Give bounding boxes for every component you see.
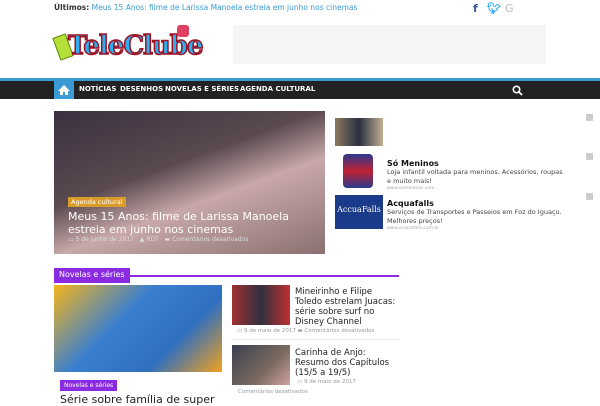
site-logo[interactable]: TeleClube bbox=[52, 25, 204, 65]
latest-label: Últimos: bbox=[54, 3, 90, 12]
slide-author[interactable]: RDT bbox=[146, 236, 158, 243]
featured-image[interactable] bbox=[54, 285, 222, 372]
ad-url[interactable]: www.acquafalls.com.br bbox=[387, 226, 567, 231]
google-icon[interactable]: G bbox=[505, 2, 514, 15]
category-tag[interactable]: Novelas e séries bbox=[60, 380, 118, 391]
home-icon bbox=[58, 85, 70, 95]
facebook-icon[interactable]: f bbox=[473, 2, 478, 15]
ad-someninos[interactable]: Só Meninos Loja infantil voltada para me… bbox=[387, 159, 567, 191]
ad-desc: Serviços de Transportes e Passeios em Fo… bbox=[387, 208, 562, 225]
article-comments: Comentários desativados bbox=[304, 328, 375, 334]
latest-ticker: Últimos: Meus 15 Anos: filme de Larissa … bbox=[54, 3, 357, 12]
calendar-icon: ▭ bbox=[297, 379, 304, 385]
scroll-marker bbox=[586, 193, 593, 200]
article-meta: ▭ 9 de maio de 2017 bbox=[297, 379, 356, 385]
article-meta: ▭ 9 de maio de 2017 ▬ Comentários desati… bbox=[237, 328, 374, 334]
section-title[interactable]: Novelas e séries bbox=[54, 268, 130, 283]
slide-title[interactable]: Meus 15 Anos: filme de Larissa Manoela e… bbox=[68, 210, 323, 236]
nav-desenhos[interactable]: DESENHOS bbox=[120, 85, 163, 93]
featured-slider[interactable]: Agenda cultural Meus 15 Anos: filme de L… bbox=[54, 111, 325, 254]
popcorn-icon bbox=[177, 25, 189, 37]
ad-acquafalls[interactable]: Acquafalls Serviços de Transportes e Pas… bbox=[387, 199, 567, 231]
ad-title[interactable]: Acquafalls bbox=[387, 199, 567, 208]
ad-url[interactable]: www.someninos.com bbox=[387, 186, 567, 191]
comment-icon: ▬ bbox=[164, 236, 173, 243]
calendar-icon: ▭ bbox=[68, 236, 76, 243]
ad-title[interactable]: Só Meninos bbox=[387, 159, 567, 168]
main-nav: NOTÍCIAS DESENHOS NOVELAS E SÉRIES AGEND… bbox=[0, 78, 600, 99]
ad-desc: Loja infantil voltada para meninos. Aces… bbox=[387, 168, 563, 185]
scroll-marker bbox=[586, 114, 593, 121]
nav-agenda-cultural[interactable]: AGENDA CULTURAL bbox=[240, 85, 315, 93]
ad-image-acquafalls[interactable]: AccuaFalls bbox=[335, 195, 383, 229]
article-date: 9 de maio de 2017 bbox=[303, 379, 356, 385]
search-icon[interactable] bbox=[512, 85, 523, 96]
ad-image-someninos[interactable] bbox=[343, 154, 373, 188]
article-title[interactable]: Mineirinho e Filipe Toledo estrelam Juac… bbox=[295, 287, 400, 327]
divider bbox=[232, 339, 400, 340]
comment-icon: ▬ bbox=[297, 328, 305, 334]
slide-meta: ▭ 5 de junho de 2017 ▲ RDT ▬ Comentários… bbox=[68, 236, 248, 243]
article-thumb[interactable] bbox=[232, 285, 290, 325]
ad-image-finance[interactable] bbox=[335, 118, 383, 146]
latest-link[interactable]: Meus 15 Anos: filme de Larissa Manoela e… bbox=[92, 3, 358, 12]
scroll-marker bbox=[586, 153, 593, 160]
nav-novelas-series[interactable]: NOVELAS E SÉRIES bbox=[165, 85, 239, 93]
twitter-icon[interactable]: 🐦︎ bbox=[487, 2, 501, 15]
header-ad bbox=[233, 25, 546, 64]
article-thumb[interactable] bbox=[232, 345, 290, 385]
article-date: 9 de maio de 2017 bbox=[243, 328, 296, 334]
nav-noticias[interactable]: NOTÍCIAS bbox=[79, 85, 116, 93]
calendar-icon: ▭ bbox=[237, 328, 244, 334]
section-header: Novelas e séries bbox=[54, 262, 399, 283]
article-comments: Comentários desativados bbox=[238, 389, 308, 395]
slide-date: 5 de junho de 2017 bbox=[75, 236, 135, 243]
slide-comments: Comentários desativados bbox=[172, 236, 249, 243]
home-button[interactable] bbox=[54, 81, 74, 99]
article-title[interactable]: Carinha de Anjo: Resumo dos Capítulos (1… bbox=[295, 348, 400, 378]
category-tag[interactable]: Agenda cultural bbox=[68, 197, 126, 207]
